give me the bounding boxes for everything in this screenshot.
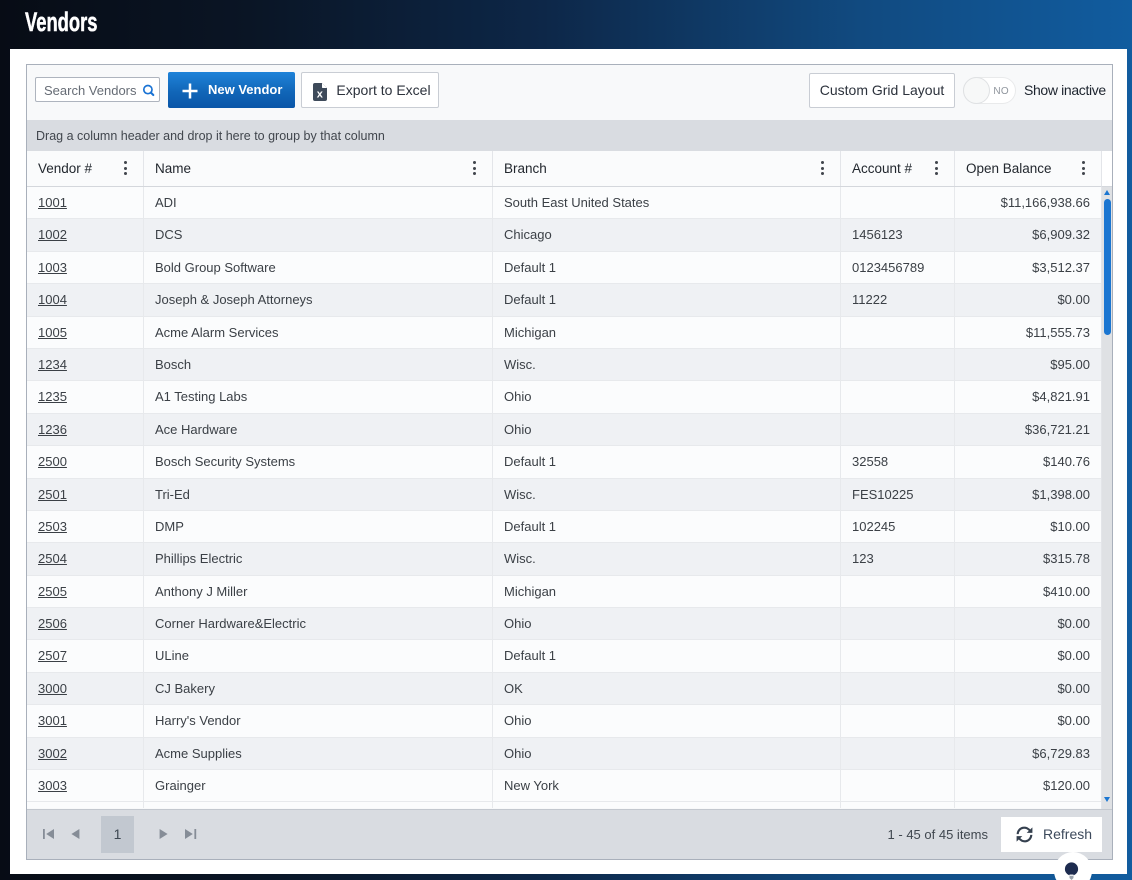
svg-text:x: x: [317, 89, 324, 101]
